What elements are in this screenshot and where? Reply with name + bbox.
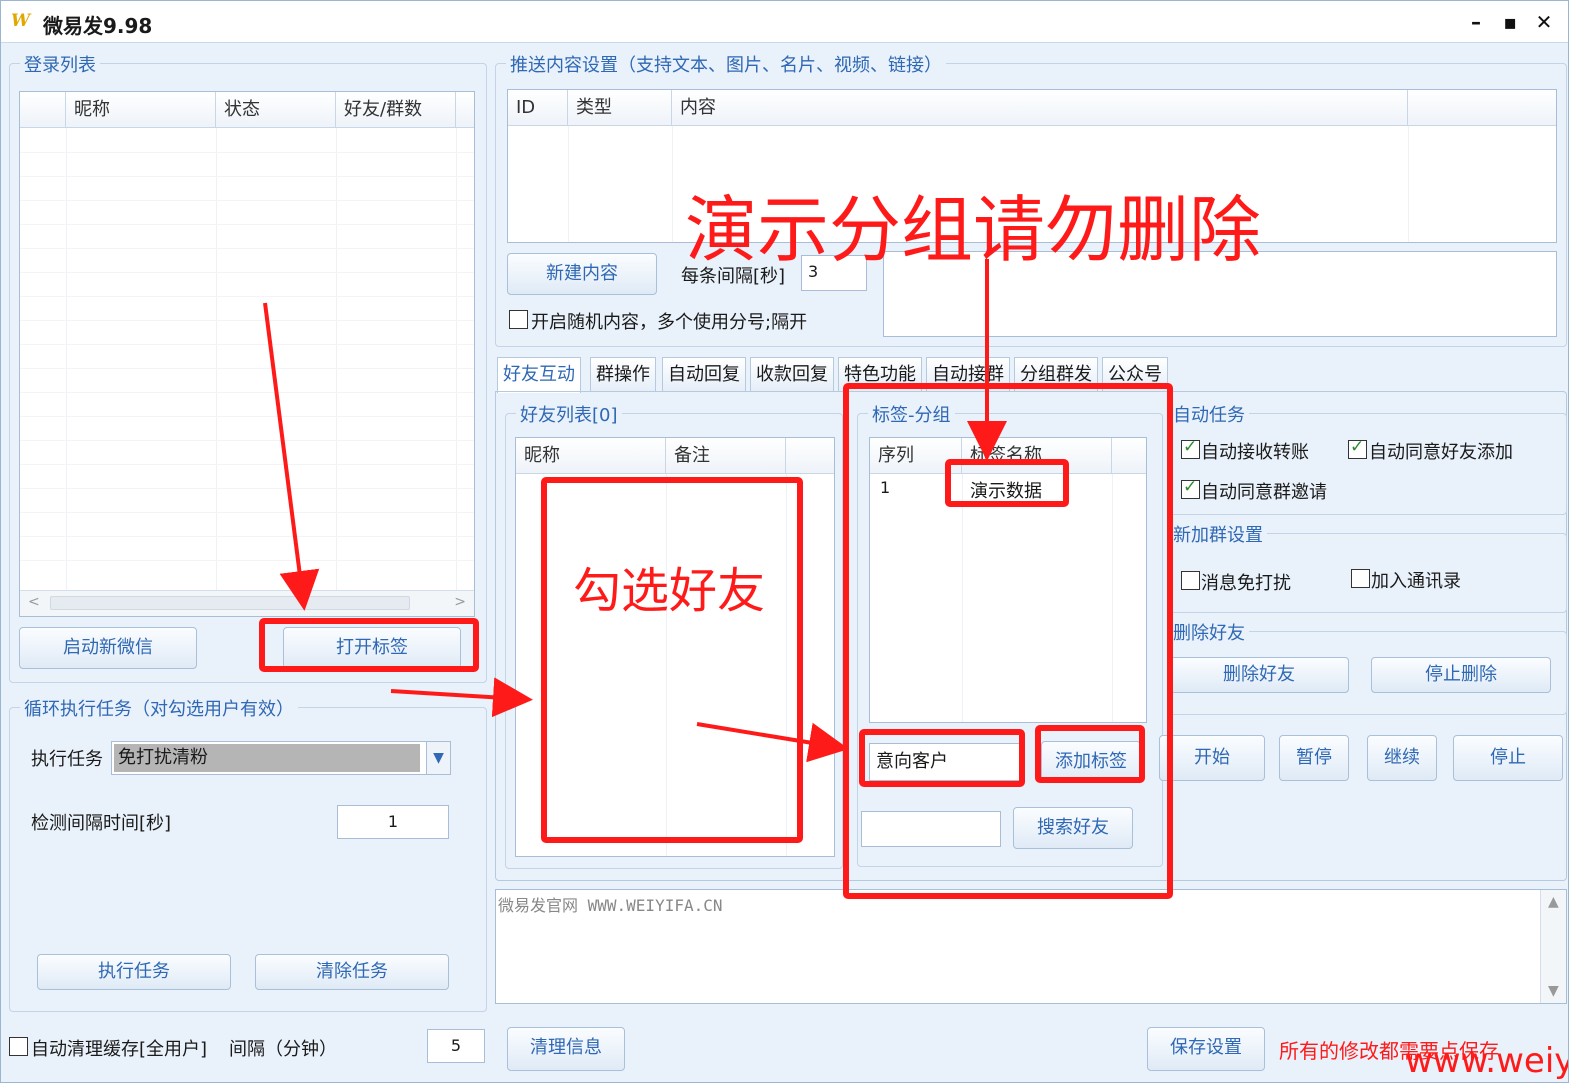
highlight-tag-input <box>859 729 1025 787</box>
highlight-add-tag <box>1035 725 1145 783</box>
select-friends-annotation: 勾选好友 <box>573 563 766 619</box>
arrow-to-open-tags <box>263 302 320 611</box>
app-window: W 微易发9.98 – ▪ ✕ 登录列表 昵称 状态 好友/群数 < > 启动新… <box>0 0 1569 1083</box>
arrow-to-friend-list <box>390 677 533 718</box>
demo-warning-annotation: 演示分组请勿删除 <box>685 188 1262 272</box>
highlight-friend-list <box>541 477 803 843</box>
highlight-open-tags <box>259 618 479 672</box>
highlight-demo-tag <box>945 459 1069 507</box>
